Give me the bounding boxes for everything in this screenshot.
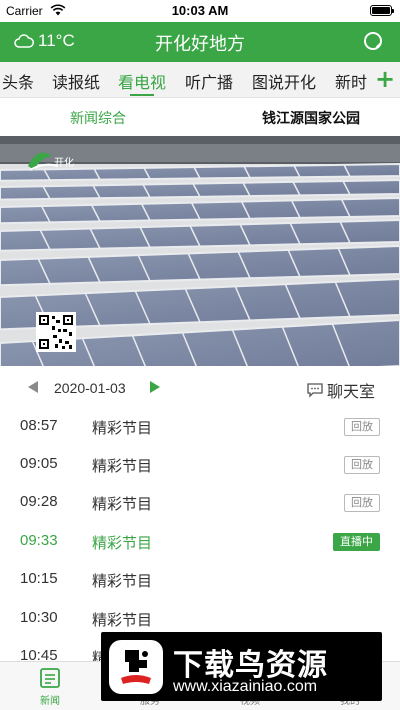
schedule-program: 精彩节目 (92, 419, 153, 437)
bottom-tab-label: 新闻 (40, 696, 60, 707)
chat-room-label: 聊天室 (327, 382, 376, 401)
channel-selector: 新闻综合 钱江源国家公园 (0, 98, 400, 136)
tab-radio[interactable]: 听广播 (185, 69, 233, 93)
schedule-row[interactable]: 09:05 精彩节目 回放 (0, 446, 400, 484)
bottom-tab-news[interactable]: 新闻 (20, 667, 80, 707)
schedule-row[interactable]: 09:28 精彩节目 回放 (0, 484, 400, 522)
previous-day-icon[interactable] (28, 381, 38, 393)
clock: 10:03 AM (171, 3, 229, 18)
schedule-time: 10:15 (20, 570, 58, 587)
add-tab-button[interactable]: + (370, 62, 400, 97)
tab-new-era[interactable]: 新时 (335, 69, 367, 93)
date-navigation: 2020-01-03 聊天室 (0, 376, 400, 402)
station-logo-text: 开化 (54, 156, 74, 169)
tab-newspaper[interactable]: 读报纸 (52, 69, 100, 93)
watermark-banner: 下载鸟资源 www.xiazainiao.com (101, 632, 382, 701)
video-player[interactable]: 开化 (0, 136, 400, 366)
news-icon (40, 668, 60, 688)
next-day-icon[interactable] (150, 381, 160, 393)
tab-headlines[interactable]: 头条 (2, 69, 34, 93)
live-badge[interactable]: 直播中 (333, 533, 380, 551)
watermark-url: www.xiazainiao.com (173, 678, 318, 695)
tab-photo-kaihua[interactable]: 图说开化 (252, 69, 316, 93)
replay-button[interactable]: 回放 (344, 418, 380, 436)
category-tabs: 头条 读报纸 看电视 听广播 图说开化 新时 + (0, 62, 400, 98)
schedule-program: 精彩节目 (92, 495, 153, 513)
schedule-row-live[interactable]: 09:33 精彩节目 直播中 (0, 523, 400, 561)
channel-news-general[interactable]: 新闻综合 (70, 108, 126, 128)
replay-button[interactable]: 回放 (344, 494, 380, 512)
schedule-time: 10:30 (20, 609, 58, 626)
chat-room-button[interactable]: 聊天室 (306, 378, 375, 402)
chat-bubble-icon (307, 383, 323, 398)
schedule-time: 09:05 (20, 455, 58, 472)
schedule-program: 精彩节目 (92, 611, 153, 629)
tab-tv[interactable]: 看电视 (118, 69, 166, 93)
replay-button[interactable]: 回放 (344, 456, 380, 474)
schedule-program: 精彩节目 (92, 534, 153, 552)
schedule-time: 09:33 (20, 532, 58, 549)
page-title: 开化好地方 (155, 34, 245, 55)
battery-icon (370, 5, 394, 16)
schedule-time: 09:28 (20, 493, 58, 510)
schedule-row[interactable]: 10:15 精彩节目 (0, 561, 400, 599)
current-date: 2020-01-03 (54, 380, 126, 396)
bird-logo-icon (109, 640, 163, 694)
qr-code (36, 312, 76, 352)
schedule-program: 精彩节目 (92, 572, 153, 590)
schedule-time: 08:57 (20, 417, 58, 434)
search-icon[interactable] (362, 30, 386, 54)
video-frame: 开化 (0, 136, 400, 366)
app-header: 11°C 开化好地方 (0, 22, 400, 62)
channel-qianjiangyuan-park[interactable]: 钱江源国家公园 (262, 108, 360, 128)
status-bar: Carrier 10:03 AM (0, 0, 400, 22)
schedule-row[interactable]: 08:57 精彩节目 回放 (0, 408, 400, 446)
schedule-program: 精彩节目 (92, 457, 153, 475)
active-tab-indicator (130, 94, 154, 96)
